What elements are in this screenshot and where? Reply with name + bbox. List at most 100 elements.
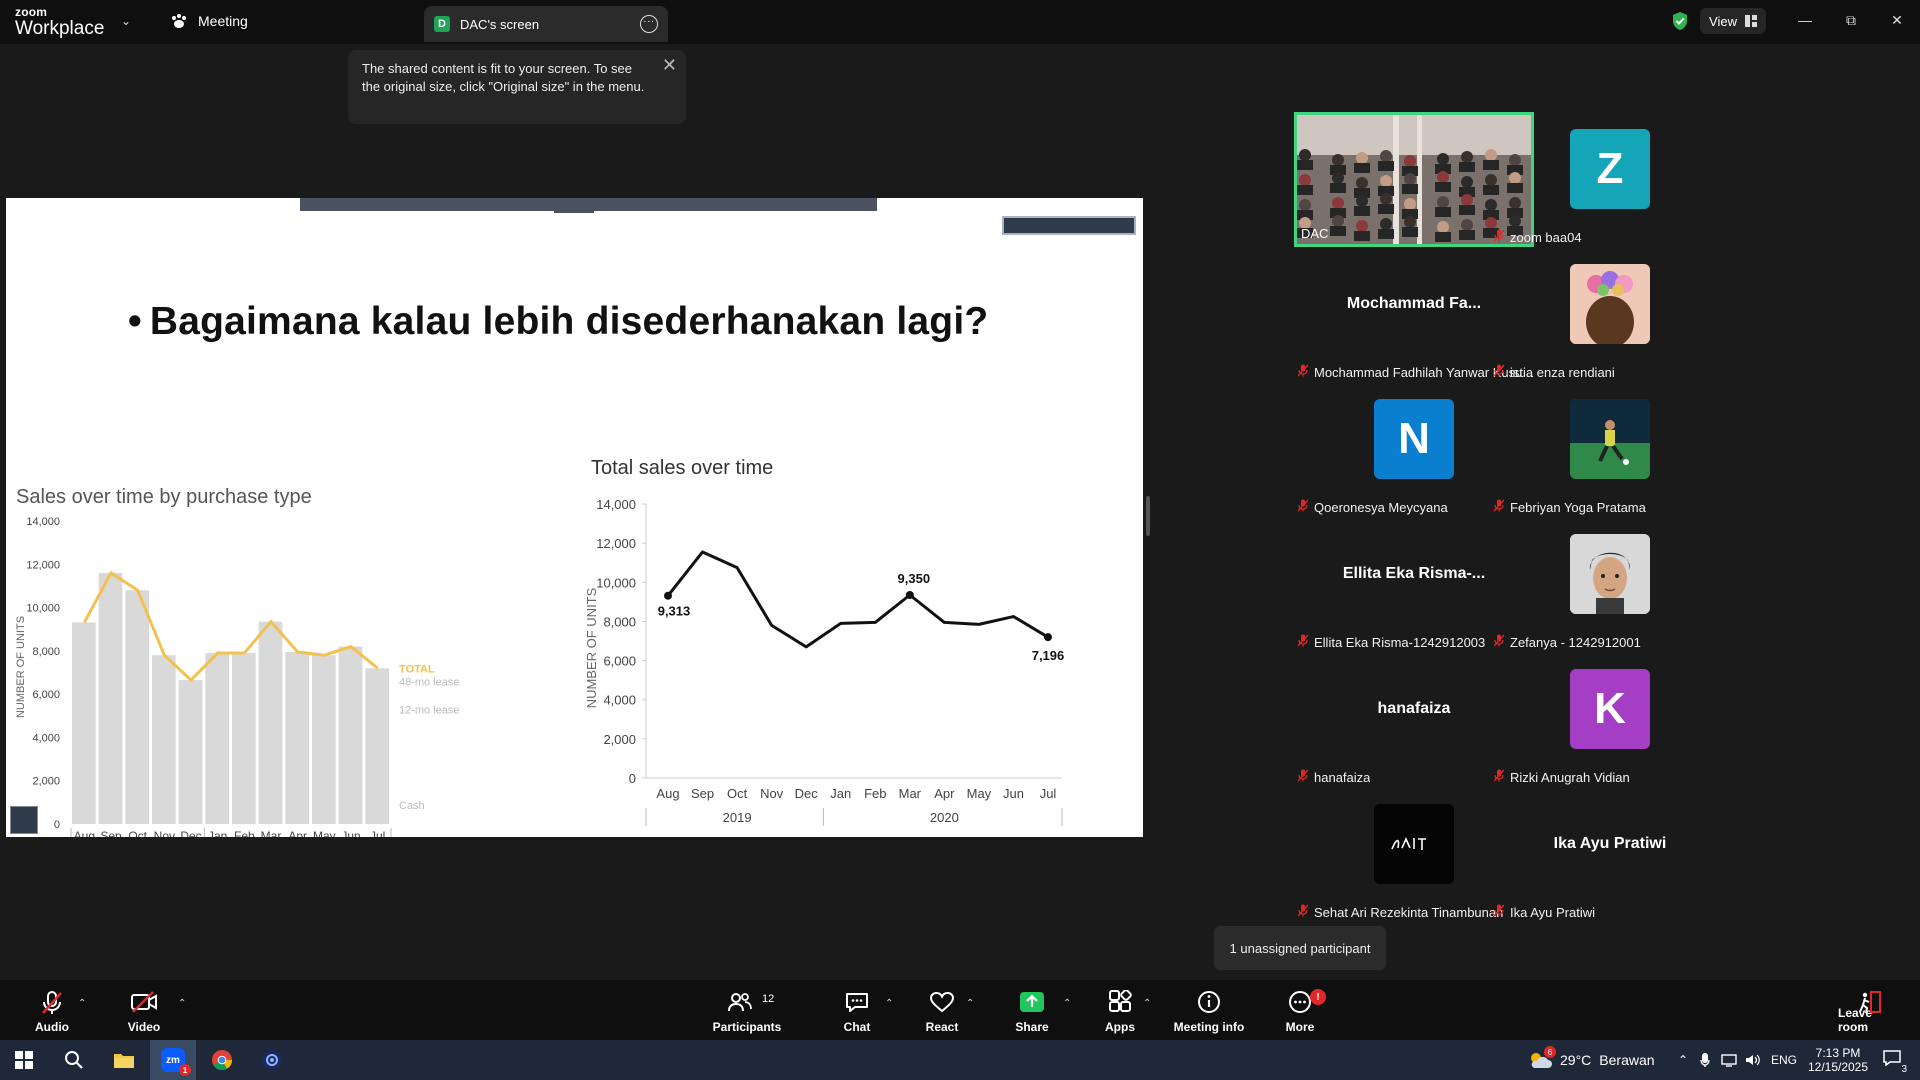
participant-tile[interactable]: Febriyan Yoga Pratama	[1490, 382, 1730, 515]
participant-name: Qoeronesya Meycyana	[1314, 499, 1448, 515]
temperature: 29°C	[1560, 1052, 1592, 1068]
meeting-info-button[interactable]: Meeting info	[1170, 980, 1248, 1040]
y-tick-label: 0	[629, 771, 636, 786]
language-label: ENG	[1770, 1053, 1797, 1067]
avatar	[1490, 247, 1730, 360]
shared-slide: • Bagaimana kalau lebih disederhanakan la…	[6, 198, 1143, 837]
participant-display-name: Ellita Eka Risma-...	[1342, 564, 1486, 582]
bullet: •	[128, 300, 142, 343]
unassigned-participant-tooltip[interactable]: 1 unassigned participant	[1214, 926, 1386, 970]
participant-tile[interactable]: Ika Ayu Pratiwi Ika Ayu Pratiwi	[1490, 787, 1730, 920]
avatar: N	[1374, 398, 1454, 479]
restore-icon[interactable]: ⧉	[1828, 0, 1874, 40]
fit-screen-notice: The shared content is fit to your screen…	[348, 50, 686, 124]
start-icon[interactable]	[0, 1040, 48, 1080]
share-screen-tab[interactable]: D DAC's screen ···	[424, 6, 668, 42]
notification-center-icon[interactable]: 3	[1874, 1040, 1910, 1080]
bar-Nov	[152, 655, 176, 824]
chevron-up-icon[interactable]: ⌃	[178, 998, 186, 1009]
x-tick-label: Apr	[934, 786, 955, 801]
react-button[interactable]: React	[920, 980, 964, 1040]
zoom-workplace-logo[interactable]: zoom Workplace	[15, 6, 104, 38]
apps-icon	[1109, 990, 1132, 1012]
y-tick-label: 6,000	[603, 654, 636, 669]
y-tick-label: 6,000	[32, 689, 60, 701]
chevron-up-icon[interactable]: ⌃	[1063, 998, 1071, 1009]
mic-icon[interactable]	[1696, 1040, 1714, 1080]
language-indicator[interactable]: ENG	[1768, 1040, 1800, 1080]
search-icon[interactable]	[50, 1040, 98, 1080]
close-icon[interactable]: ✕	[662, 56, 677, 74]
x-tick-label: Jul	[370, 829, 385, 837]
chat-button[interactable]: Chat	[836, 980, 878, 1040]
mic-off-icon	[42, 991, 62, 1014]
x-tick-label: Sep	[691, 786, 714, 801]
weather-widget[interactable]: 6 29°C Berawan	[1528, 1040, 1658, 1080]
close-icon[interactable]: ✕	[1874, 0, 1920, 40]
avatar	[1490, 517, 1730, 630]
share-button[interactable]: Share	[1010, 980, 1054, 1040]
chevron-up-icon[interactable]: ⌃	[885, 998, 893, 1009]
resize-handle[interactable]	[1146, 496, 1150, 536]
view-button[interactable]: View	[1700, 8, 1766, 34]
chevron-up-icon[interactable]: ⌃	[78, 998, 86, 1009]
participant-gallery: DAC Zzoom baa04 Mochammad Fa... Mochammad F…	[1294, 112, 1722, 922]
participant-name-label: Ellita Eka Risma-1242912003	[1298, 634, 1485, 650]
participant-tile[interactable]: Zefanya - 1242912001	[1490, 517, 1730, 650]
x-tick-label: Dec	[180, 829, 201, 837]
bar-Apr	[285, 651, 309, 824]
bar-Oct	[125, 590, 149, 824]
data-point	[1044, 633, 1052, 642]
participant-tile[interactable]: istia enza rendiani	[1490, 247, 1730, 380]
participant-display-name: Mochammad Fa...	[1346, 294, 1482, 312]
x-tick-label: Aug	[656, 786, 679, 801]
x-tick-label: Oct	[128, 829, 147, 837]
more-button[interactable]: ! More	[1280, 980, 1326, 1040]
volume-icon[interactable]	[1742, 1040, 1764, 1080]
share-icon	[1020, 992, 1044, 1012]
zoom-taskbar-icon[interactable]: zm 1	[150, 1040, 196, 1080]
apps-button[interactable]: Apps	[1100, 980, 1140, 1040]
meeting-label: Meeting	[198, 13, 248, 29]
participants-button[interactable]: 12 Participants	[712, 980, 782, 1040]
y-tick-label: 10,000	[596, 575, 636, 590]
chevron-down-icon[interactable]: ⌄	[121, 14, 131, 28]
meeting-menu[interactable]: Meeting	[170, 13, 248, 29]
video-off-icon	[131, 991, 157, 1013]
chrome-icon[interactable]	[198, 1040, 246, 1080]
participant-name-label: Sehat Ari Rezekinta Tinambunan	[1298, 904, 1503, 920]
participant-name: Ellita Eka Risma-1242912003	[1314, 634, 1486, 650]
meeting-toolbar: Audio ⌃ Video ⌃ 12 Participants Chat ⌃ R…	[0, 980, 1920, 1040]
mic-off-icon	[1298, 904, 1309, 920]
minimize-icon[interactable]: —	[1782, 0, 1828, 40]
total-sales-line-chart: Total sales over time NUMBER OF UNITS 0 2,0…	[584, 457, 1064, 826]
mic-off-icon	[1298, 499, 1309, 515]
x-tick-label: Apr	[288, 829, 307, 837]
shield-check-icon[interactable]	[1671, 11, 1689, 31]
chevron-up-icon[interactable]: ⌃	[1143, 998, 1151, 1009]
x-tick-label: Jun	[341, 829, 360, 837]
sharer-badge: D	[434, 16, 450, 32]
chevron-up-icon[interactable]: ⌃	[966, 998, 974, 1009]
notice-text: The shared content is fit to your screen…	[362, 61, 645, 94]
x-tick-label: Feb	[234, 829, 255, 837]
clock[interactable]: 7:13 PM 12/15/2025	[1808, 1040, 1868, 1080]
video-button[interactable]: Video	[120, 980, 168, 1040]
x-tick-label: May	[313, 829, 336, 837]
participant-name: istia enza rendiani	[1510, 364, 1615, 380]
more-options-icon[interactable]: ···	[640, 15, 658, 33]
share-label: Share	[1015, 1020, 1049, 1034]
participant-name-label: Rizki Anugrah Vidian	[1494, 769, 1630, 785]
legend-48mo: 48-mo lease	[399, 676, 460, 688]
file-explorer-icon[interactable]	[100, 1040, 148, 1080]
x-tick-label: Mar	[261, 829, 282, 837]
audio-button[interactable]: Audio	[28, 980, 76, 1040]
leave-room-button[interactable]: Leave room	[1838, 980, 1902, 1040]
network-icon[interactable]	[1718, 1040, 1740, 1080]
brand-bottom: Workplace	[15, 18, 105, 39]
participant-tile[interactable]: K Rizki Anugrah Vidian	[1490, 652, 1730, 785]
camera-app-icon[interactable]	[248, 1040, 296, 1080]
paw-icon	[172, 14, 186, 28]
chevron-up-icon[interactable]: ⌃	[1674, 1040, 1692, 1080]
participant-tile[interactable]: Zzoom baa04	[1490, 112, 1730, 245]
